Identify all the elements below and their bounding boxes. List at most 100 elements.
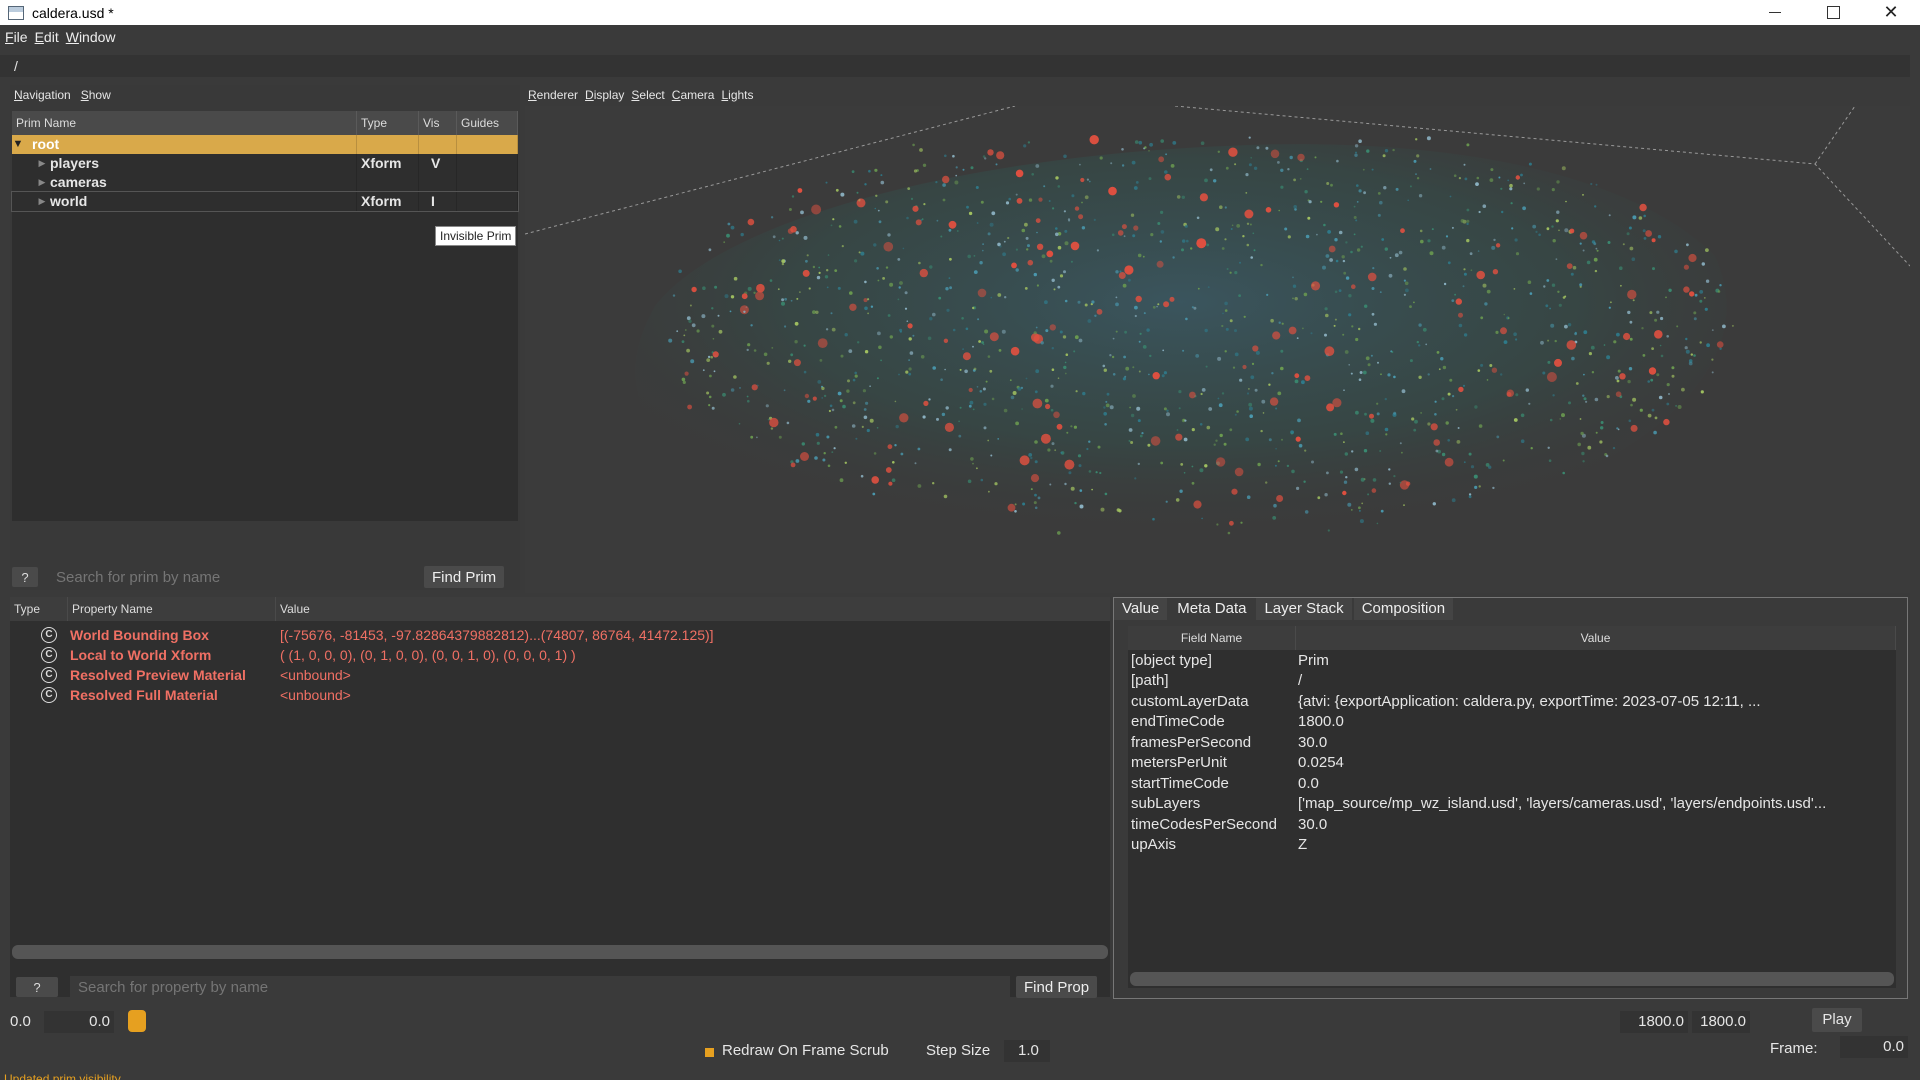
header-field-name[interactable]: Field Name [1128, 626, 1296, 650]
menu-edit[interactable]: Edit [35, 29, 59, 45]
metadata-row[interactable]: subLayers ['map_source/mp_wz_island.usd',… [1128, 794, 1896, 815]
prim-vis[interactable] [419, 135, 457, 154]
find-prop-button[interactable]: Find Prop [1016, 976, 1098, 998]
computed-property-icon: C [41, 667, 57, 683]
properties-panel: Type Property Name Value C World Boundin… [10, 597, 1110, 997]
property-row[interactable]: C Resolved Full Material <unbound> [10, 685, 1110, 705]
end-frame-field[interactable]: 1800.0 [1620, 1011, 1688, 1033]
find-prim-button[interactable]: Find Prim [424, 566, 505, 588]
prim-type [357, 135, 419, 154]
tab-layer-stack[interactable]: Layer Stack [1256, 598, 1352, 620]
tab-meta-data[interactable]: Meta Data [1169, 598, 1255, 620]
header-guides[interactable]: Guides [457, 111, 518, 135]
prop-search-help-button[interactable]: ? [16, 977, 58, 997]
property-row[interactable]: C World Bounding Box [(-75676, -81453, -… [10, 625, 1110, 645]
tree-row-players[interactable]: ▶ players Xform V [12, 154, 518, 173]
prim-vis[interactable] [419, 173, 457, 192]
playback-options: Redraw On Frame Scrub Step Size 1.0 Fram… [0, 1036, 1920, 1066]
computed-property-icon: C [41, 627, 57, 643]
menu-renderer[interactable]: Renderer [528, 88, 578, 102]
frame-slider-handle[interactable] [128, 1010, 146, 1032]
menu-camera[interactable]: Camera [672, 88, 715, 102]
metadata-value: / [1298, 672, 1303, 690]
status-message: Updated prim visibility [4, 1072, 121, 1080]
menu-window[interactable]: Window [66, 29, 116, 45]
current-frame-field[interactable]: 0.0 [44, 1011, 114, 1033]
metadata-value: 0.0254 [1298, 754, 1344, 772]
3d-viewport[interactable] [525, 106, 1910, 593]
prim-vis[interactable]: I [419, 192, 457, 211]
header-value[interactable]: Value [1296, 626, 1896, 650]
redraw-checkbox[interactable] [705, 1048, 714, 1057]
metadata-header: Field Name Value [1128, 626, 1896, 650]
property-row[interactable]: C Resolved Preview Material <unbound> [10, 665, 1110, 685]
metadata-row[interactable]: timeCodesPerSecond 30.0 [1128, 814, 1896, 835]
prim-search-row: ? Find Prim [12, 566, 505, 588]
minimize-icon[interactable] [1746, 0, 1804, 25]
tooltip: Invisible Prim [435, 226, 517, 246]
metadata-row[interactable]: endTimeCode 1800.0 [1128, 712, 1896, 733]
prim-vis[interactable]: V [419, 154, 457, 173]
maximize-icon[interactable] [1804, 0, 1862, 25]
nav-menu: Navigation Show [10, 85, 520, 105]
close-icon[interactable]: ✕ [1862, 0, 1920, 25]
menu-display[interactable]: Display [585, 88, 624, 102]
header-prim-name[interactable]: Prim Name [12, 111, 357, 135]
expand-right-icon[interactable]: ▶ [36, 154, 48, 173]
header-property-name[interactable]: Property Name [68, 597, 276, 621]
menu-show[interactable]: Show [81, 88, 111, 102]
metadata-row[interactable]: [path] / [1128, 671, 1896, 692]
tree-row-world[interactable]: ▶ world Xform I [11, 191, 519, 212]
metadata-field-name: upAxis [1131, 836, 1177, 854]
prim-name: cameras [50, 174, 107, 190]
prim-search-input[interactable] [48, 566, 420, 588]
menu-bar: File Edit Window [0, 25, 1920, 49]
metadata-row[interactable]: metersPerUnit 0.0254 [1128, 753, 1896, 774]
property-value: <unbound> [280, 667, 351, 683]
metadata-value: 0.0 [1298, 774, 1319, 792]
prim-type: Xform [357, 154, 419, 173]
point-cloud-render [525, 106, 1910, 540]
prim-name: root [32, 136, 60, 152]
menu-file[interactable]: File [5, 29, 28, 45]
expand-down-icon[interactable]: ▼ [12, 135, 24, 154]
header-value[interactable]: Value [276, 597, 1110, 621]
metadata-row[interactable]: startTimeCode 0.0 [1128, 773, 1896, 794]
tab-value[interactable]: Value [1114, 598, 1168, 620]
play-button[interactable]: Play [1812, 1008, 1862, 1032]
property-row[interactable]: C Local to World Xform ( (1, 0, 0, 0), (… [10, 645, 1110, 665]
frame-label: Frame: [1770, 1040, 1818, 1057]
menu-lights[interactable]: Lights [721, 88, 753, 102]
metadata-row[interactable]: upAxis Z [1128, 835, 1896, 856]
path-field[interactable]: / [0, 55, 1910, 77]
frame-field[interactable]: 0.0 [1840, 1036, 1908, 1058]
tree-row-root[interactable]: ▼ root [12, 135, 518, 154]
step-size-field[interactable]: 1.0 [1004, 1040, 1050, 1062]
metadata-row[interactable]: [object type] Prim [1128, 650, 1896, 671]
prim-tree[interactable]: Prim Name Type Vis Guides ▼ root ▶ players… [11, 111, 519, 521]
property-name: Resolved Full Material [70, 687, 218, 703]
menu-navigation[interactable]: Navigation [14, 88, 71, 102]
prim-search-help-button[interactable]: ? [12, 567, 38, 587]
tab-composition[interactable]: Composition [1353, 598, 1454, 620]
metadata-scrollbar[interactable] [1130, 972, 1894, 986]
metadata-field-name: endTimeCode [1131, 713, 1225, 731]
prim-name: world [50, 193, 88, 209]
window-title: caldera.usd * [32, 4, 114, 21]
redraw-label: Redraw On Frame Scrub [722, 1042, 889, 1059]
header-type[interactable]: Type [357, 111, 419, 135]
tree-row-cameras[interactable]: ▶ cameras [12, 173, 518, 192]
properties-scrollbar[interactable] [12, 945, 1108, 959]
computed-property-icon: C [41, 687, 57, 703]
metadata-value: Z [1298, 836, 1308, 854]
metadata-value: Prim [1298, 651, 1329, 669]
header-vis[interactable]: Vis [419, 111, 457, 135]
prop-search-input[interactable] [70, 976, 1010, 998]
end-time-field[interactable]: 1800.0 [1692, 1011, 1750, 1033]
metadata-row[interactable]: framesPerSecond 30.0 [1128, 732, 1896, 753]
header-type[interactable]: Type [10, 597, 68, 621]
menu-select[interactable]: Select [631, 88, 664, 102]
expand-right-icon[interactable]: ▶ [36, 173, 48, 192]
expand-right-icon[interactable]: ▶ [36, 192, 48, 211]
metadata-row[interactable]: customLayerData {atvi: {exportApplication… [1128, 691, 1896, 712]
